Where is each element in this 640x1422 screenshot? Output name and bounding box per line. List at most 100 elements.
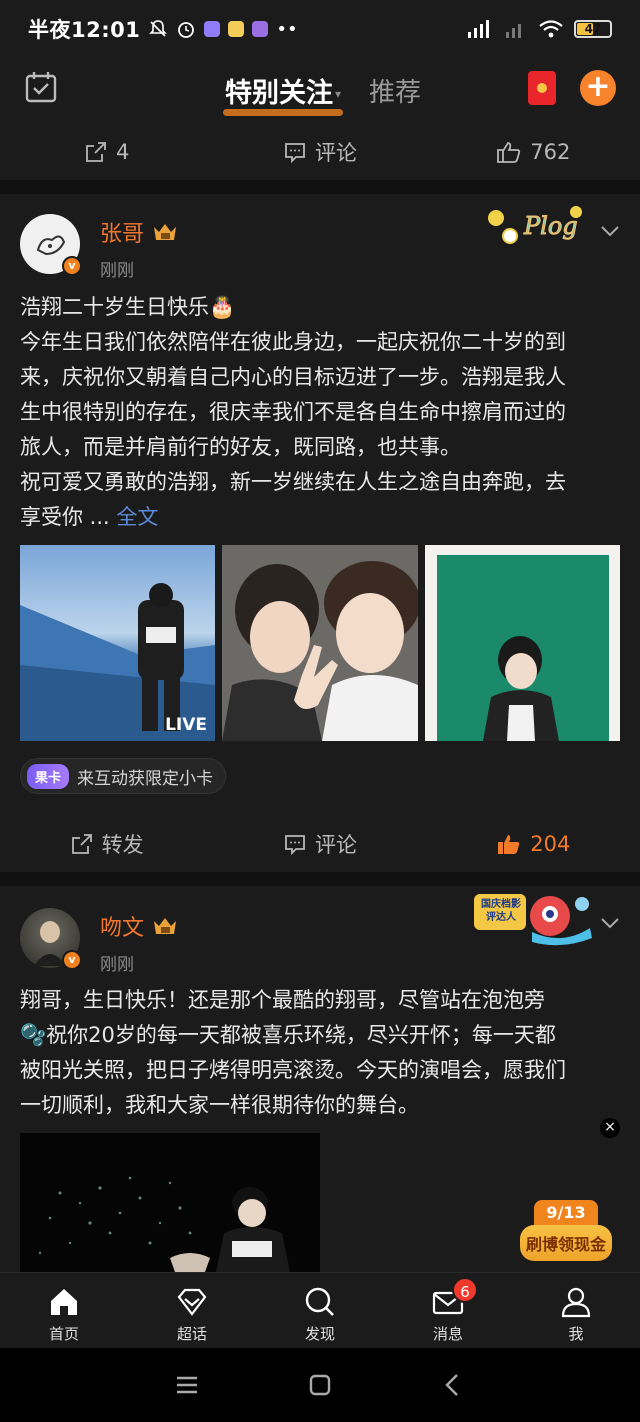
- comment-label: 评论: [314, 833, 357, 857]
- repost-button[interactable]: 4: [0, 140, 213, 164]
- compose-button[interactable]: +: [580, 70, 616, 106]
- username[interactable]: 张哥: [100, 216, 144, 248]
- calendar-check-icon[interactable]: [24, 70, 58, 104]
- repost-icon: [71, 834, 92, 854]
- post-text-line: 来，庆祝你又朝着自己内心的目标迈进了一步。浩翔是我人: [20, 365, 566, 389]
- film-critic-sticker: 国庆档影评达人: [472, 888, 598, 948]
- timestamp: 刚刚: [100, 261, 134, 281]
- signal-icon: [468, 20, 489, 38]
- plog-sticker: Plog: [480, 200, 592, 254]
- timestamp: 刚刚: [100, 955, 134, 975]
- bubbles-concert-photo: [38, 1176, 290, 1272]
- verified-badge-icon: v: [62, 950, 82, 970]
- post2-header: v 吻文 刚刚: [20, 908, 178, 975]
- repost-label: 转发: [101, 833, 144, 857]
- feed-divider: [0, 180, 640, 194]
- app-notify-icon: [252, 21, 269, 37]
- username[interactable]: 吻文: [100, 910, 144, 942]
- post-text-line: 翔哥，生日快乐！还是那个最酷的翔哥，尽管站在泡泡旁: [20, 988, 545, 1012]
- nav-label: 发现: [304, 1325, 335, 1343]
- portrait-photo: [437, 555, 609, 741]
- post-text-line: 🫧祝你20岁的每一天都被喜乐环绕，尽兴开怀；每一天都: [20, 1023, 556, 1047]
- comment-button[interactable]: 评论: [213, 829, 426, 859]
- home-square-icon[interactable]: [306, 1371, 334, 1399]
- post1-username-row[interactable]: 张哥: [100, 216, 178, 248]
- nav-discover[interactable]: 发现: [256, 1273, 384, 1348]
- red-packet-icon[interactable]: [528, 71, 556, 105]
- collect-card-chip[interactable]: 果卡 来互动获限定小卡: [20, 758, 227, 794]
- post-text-line: 浩翔二十岁生日快乐🎂: [20, 295, 236, 319]
- cash-label: 刷博领现金: [520, 1225, 612, 1261]
- comment-icon: [285, 835, 305, 856]
- repost-icon: [86, 142, 106, 162]
- chevron-down-icon[interactable]: [600, 225, 620, 237]
- nav-label: 我: [568, 1325, 584, 1343]
- thumbs-up-filled-icon: [498, 835, 520, 854]
- status-time: 半夜12:01: [28, 18, 141, 42]
- card-tag: 果卡: [27, 763, 70, 789]
- like-button[interactable]: 762: [427, 140, 640, 164]
- menu-icon[interactable]: [173, 1371, 201, 1399]
- post1-header: v 张哥 刚刚: [20, 214, 178, 281]
- wifi-icon: [539, 20, 563, 38]
- post-text-line: 今年生日我们依然陪伴在彼此身边，一起庆祝你二十岁的到: [20, 330, 566, 354]
- stadium-photo: [20, 583, 215, 741]
- like-count: 204: [530, 832, 571, 856]
- comment-button[interactable]: 评论: [213, 137, 426, 167]
- post-text-line: 旅人，而是并肩前行的好友，既同路，也共事。: [20, 435, 461, 459]
- unread-badge: 6: [452, 1277, 478, 1303]
- nav-super-topic[interactable]: 超话: [128, 1273, 256, 1348]
- cash-reward-widget[interactable]: 9/13 刷博领现金: [520, 1200, 612, 1261]
- post-image[interactable]: [20, 1133, 320, 1272]
- feed-divider: [0, 872, 640, 886]
- battery-level: 47: [584, 22, 602, 36]
- cash-progress: 9/13: [534, 1200, 598, 1225]
- top-nav: 特别关注 ▾ 推荐 +: [0, 58, 640, 122]
- verified-badge-icon: v: [62, 256, 82, 276]
- diamond-icon: [177, 1288, 207, 1316]
- nav-messages[interactable]: 消息 6: [384, 1273, 512, 1348]
- tab-special-follow[interactable]: 特别关注 ▾: [219, 71, 347, 116]
- signal-2-icon: [506, 24, 521, 38]
- chevron-down-icon[interactable]: [600, 917, 620, 929]
- person-icon: [561, 1287, 591, 1318]
- like-count: 762: [530, 140, 571, 164]
- post-image[interactable]: [222, 545, 418, 741]
- nav-label: 首页: [48, 1325, 79, 1343]
- nav-me[interactable]: 我: [512, 1273, 640, 1348]
- tab-recommend[interactable]: 推荐: [369, 72, 421, 109]
- nav-label: 超话: [176, 1325, 207, 1343]
- close-icon[interactable]: ×: [600, 1118, 620, 1138]
- avatar[interactable]: v: [20, 214, 82, 276]
- chip-label: 来互动获限定小卡: [77, 768, 214, 789]
- bottom-nav: 首页 超话 发现 消息 6 我: [0, 1272, 640, 1348]
- app-notify-icon: [228, 21, 245, 37]
- plog-sticker-icon: Plog: [488, 206, 582, 244]
- home-icon: [51, 1289, 77, 1315]
- post1-action-bar: 转发 评论 204: [0, 814, 640, 874]
- back-icon[interactable]: [439, 1371, 467, 1399]
- like-button[interactable]: 204: [427, 832, 640, 856]
- battery-indicator: 47: [574, 20, 612, 38]
- repost-button[interactable]: 转发: [0, 829, 213, 859]
- post-image[interactable]: LIVE: [20, 545, 215, 741]
- selfie-photo: [222, 545, 418, 741]
- expand-full-text-link[interactable]: 全文: [116, 505, 158, 529]
- vip-crown-icon: [154, 224, 177, 240]
- repost-count: 4: [115, 140, 130, 164]
- vip-crown-icon: [154, 918, 177, 934]
- comment-label: 评论: [314, 141, 357, 165]
- post-image[interactable]: [425, 545, 620, 741]
- live-photo-badge: LIVE: [165, 715, 207, 735]
- thumbs-up-icon: [497, 142, 521, 163]
- chevron-down-icon: ▾: [334, 87, 341, 101]
- status-bar: 半夜12:01 •• 47: [0, 0, 640, 58]
- nav-home[interactable]: 首页: [0, 1273, 128, 1348]
- mute-bell-icon: [149, 20, 168, 37]
- system-nav-bar: [0, 1348, 640, 1422]
- app-notify-icon: [204, 21, 221, 37]
- post-text-line: 享受你 ...: [20, 505, 117, 529]
- avatar[interactable]: v: [20, 908, 82, 970]
- post2-username-row[interactable]: 吻文: [100, 910, 178, 942]
- post-text-line: 生中很特别的存在，很庆幸我们不是各自生命中擦肩而过的: [20, 400, 566, 424]
